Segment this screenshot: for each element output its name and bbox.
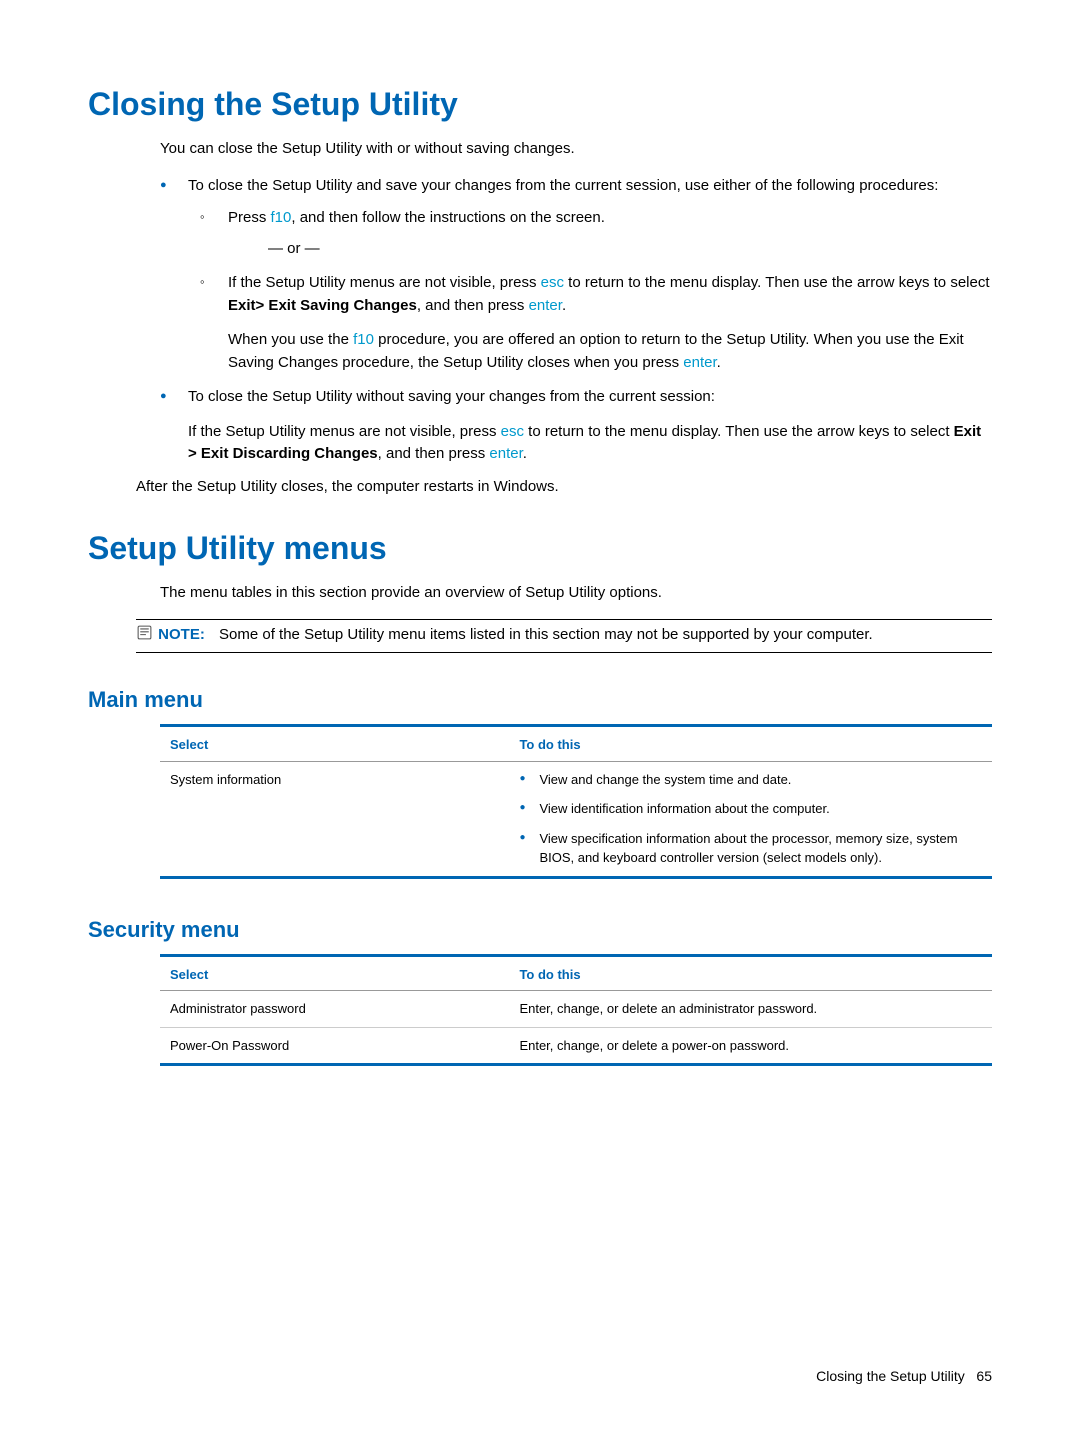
heading-security-menu: Security menu (88, 913, 992, 946)
key-f10-2: f10 (353, 331, 374, 348)
security-row-select: Administrator password (160, 991, 509, 1028)
note-text: Some of the Setup Utility menu items lis… (219, 626, 873, 643)
list-item: View and change the system time and date… (519, 770, 982, 790)
intro-paragraph: You can close the Setup Utility with or … (160, 138, 992, 161)
sub-bullet-f10: Press f10, and then follow the instructi… (188, 207, 992, 260)
bullet1-text: To close the Setup Utility and save your… (188, 177, 938, 194)
security-row-todo: Enter, change, or delete a power-on pass… (509, 1027, 992, 1065)
sub-bullet-f10-note: When you use the f10 procedure, you are … (228, 329, 992, 374)
main-col-todo: To do this (509, 726, 992, 762)
table-row: Administrator password Enter, change, or… (160, 991, 992, 1028)
discard-instruction: If the Setup Utility menus are not visib… (188, 421, 992, 466)
security-col-select: Select (160, 955, 509, 991)
key-enter: enter (529, 297, 562, 314)
key-esc: esc (541, 274, 564, 291)
exit-saving-changes: Exit> Exit Saving Changes (228, 297, 417, 314)
security-col-todo: To do this (509, 955, 992, 991)
bullet2-text: To close the Setup Utility without savin… (188, 388, 715, 405)
key-enter-3: enter (489, 445, 522, 462)
note-label: NOTE: (158, 626, 205, 643)
security-menu-table: Select To do this Administrator password… (160, 954, 992, 1067)
key-f10: f10 (271, 209, 292, 226)
key-enter-2: enter (683, 354, 716, 371)
footer-title: Closing the Setup Utility (816, 1368, 965, 1384)
footer-page-number: 65 (976, 1368, 992, 1384)
main-row1-todo: View and change the system time and date… (509, 761, 992, 877)
list-item: View identification information about th… (519, 799, 982, 819)
page-footer: Closing the Setup Utility 65 (816, 1366, 992, 1387)
heading-main-menu: Main menu (88, 683, 992, 716)
heading-closing-setup: Closing the Setup Utility (88, 80, 992, 128)
table-row: System information View and change the s… (160, 761, 992, 877)
key-esc-2: esc (501, 423, 524, 440)
procedure-list: To close the Setup Utility and save your… (88, 175, 992, 466)
sub-bullet-esc-exit-save: If the Setup Utility menus are not visib… (188, 272, 992, 374)
bullet-discard-changes: To close the Setup Utility without savin… (148, 386, 992, 466)
note-box: NOTE: Some of the Setup Utility menu ite… (136, 619, 992, 654)
or-separator: — or — (268, 238, 992, 261)
sub-procedure-list: Press f10, and then follow the instructi… (188, 207, 992, 374)
security-row-todo: Enter, change, or delete an administrato… (509, 991, 992, 1028)
main-menu-table: Select To do this System information Vie… (160, 724, 992, 879)
bullet-save-changes: To close the Setup Utility and save your… (148, 175, 992, 375)
note-icon (136, 624, 154, 649)
list-item: View specification information about the… (519, 829, 982, 868)
table-row: Power-On Password Enter, change, or dele… (160, 1027, 992, 1065)
menus-intro: The menu tables in this section provide … (160, 582, 992, 605)
outro-paragraph: After the Setup Utility closes, the comp… (136, 476, 992, 499)
main-col-select: Select (160, 726, 509, 762)
main-row1-select: System information (160, 761, 509, 877)
heading-setup-utility-menus: Setup Utility menus (88, 524, 992, 572)
security-row-select: Power-On Password (160, 1027, 509, 1065)
